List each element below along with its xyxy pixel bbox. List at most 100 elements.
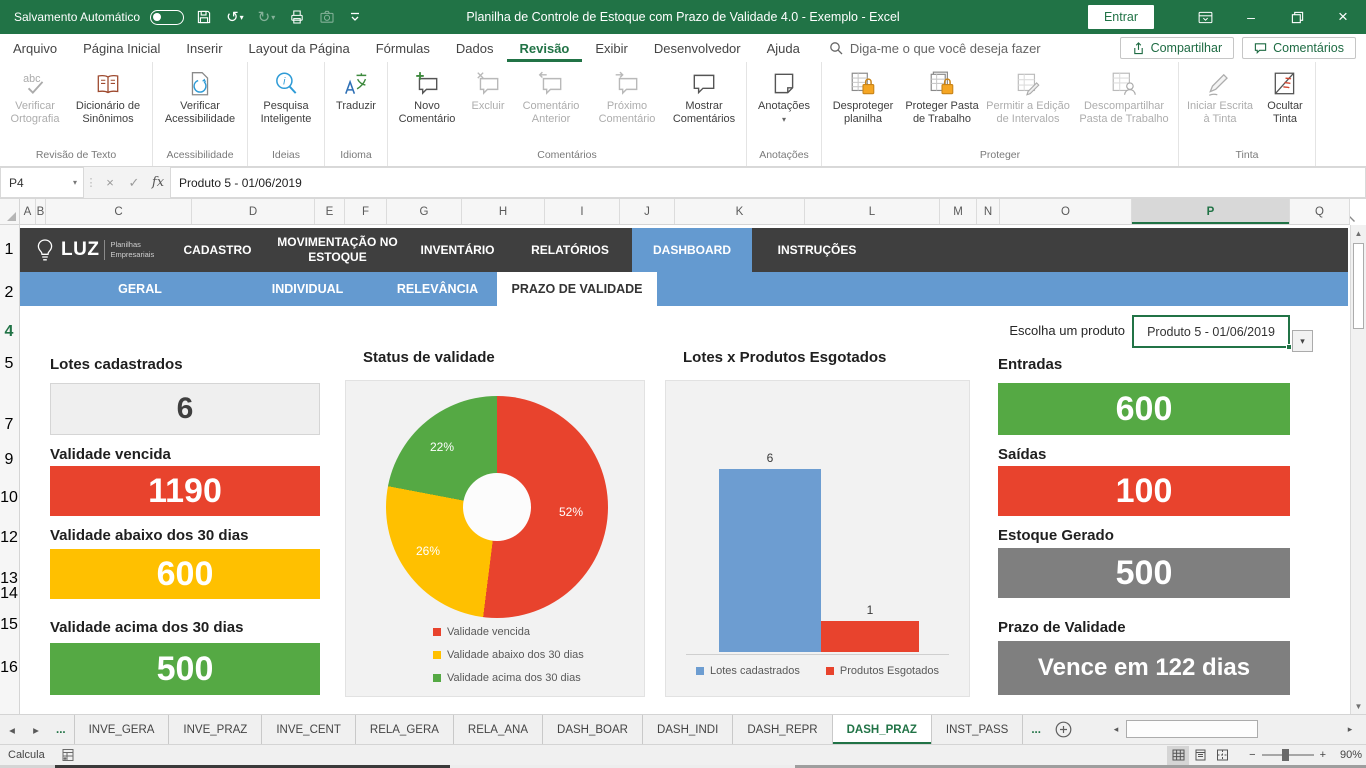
sheet-tab-inve-cent[interactable]: INVE_CENT <box>262 715 356 744</box>
close-button[interactable]: × <box>1320 0 1366 34</box>
column-header-k[interactable]: K <box>675 199 805 224</box>
ribbon-tab-inserir[interactable]: Inserir <box>173 34 235 62</box>
insert-function-button[interactable]: fx <box>146 167 170 198</box>
column-header-n[interactable]: N <box>977 199 1000 224</box>
sheet-tab-dash-repr[interactable]: DASH_REPR <box>733 715 832 744</box>
name-box[interactable]: P4 ▾ <box>0 167 84 198</box>
show-comments-button[interactable]: Mostrar Comentários <box>665 65 743 128</box>
scroll-right-icon[interactable]: ▸ <box>1342 724 1358 735</box>
horizontal-scrollbar-track[interactable] <box>1124 719 1342 739</box>
sheet-overflow-right[interactable]: ... <box>1023 715 1049 744</box>
sheet-tab-inve-gera[interactable]: INVE_GERA <box>74 715 170 744</box>
share-button[interactable]: Compartilhar <box>1120 37 1235 59</box>
column-header-m[interactable]: M <box>940 199 977 224</box>
scroll-down-icon[interactable]: ▼ <box>1351 698 1366 714</box>
subnav-item-geral[interactable]: GERAL <box>65 272 215 306</box>
protect-workbook-button[interactable]: Proteger Pasta de Trabalho <box>901 65 983 128</box>
ribbon-tab-pagina-inicial[interactable]: Página Inicial <box>70 34 173 62</box>
column-header-c[interactable]: C <box>46 199 192 224</box>
column-header-e[interactable]: E <box>315 199 345 224</box>
cancel-entry-button[interactable]: × <box>98 167 122 198</box>
zoom-slider[interactable] <box>1262 754 1314 756</box>
sheet-tab-rela-gera[interactable]: RELA_GERA <box>356 715 454 744</box>
column-header-l[interactable]: L <box>805 199 940 224</box>
unprotect-sheet-button[interactable]: Desproteger planilha <box>825 65 901 128</box>
column-header-b[interactable]: B <box>36 199 46 224</box>
nav-item-instrucoes[interactable]: INSTRUÇÕES <box>752 228 882 272</box>
translate-button[interactable]: Traduzir <box>328 65 384 116</box>
scroll-left-icon[interactable]: ◂ <box>1108 724 1124 735</box>
row-header-15[interactable]: 15 <box>0 616 18 634</box>
restore-button[interactable] <box>1274 0 1320 34</box>
row-header-7[interactable]: 7 <box>0 416 18 434</box>
nav-item-cadastro[interactable]: CADASTRO <box>165 228 270 272</box>
sheet-tab-rela-ana[interactable]: RELA_ANA <box>454 715 543 744</box>
row-header-14[interactable]: 14 <box>0 585 18 603</box>
notes-button[interactable]: Anotações ▾ <box>750 65 818 127</box>
sheet-nav-left-icon[interactable]: ◂ <box>0 715 24 744</box>
scroll-up-icon[interactable]: ▲ <box>1351 225 1366 241</box>
save-button[interactable] <box>194 9 214 25</box>
unshare-workbook-button[interactable]: Descompartilhar Pasta de Trabalho <box>1073 65 1175 128</box>
confirm-entry-button[interactable]: ✓ <box>122 167 146 198</box>
horizontal-scrollbar[interactable]: ◂ ▸ <box>1108 717 1358 741</box>
hide-ink-button[interactable]: Ocultar Tinta <box>1258 65 1312 128</box>
customize-qat-button[interactable] <box>347 11 363 23</box>
sheet-tab-dash-boar[interactable]: DASH_BOAR <box>543 715 643 744</box>
print-preview-button[interactable] <box>287 9 307 25</box>
ribbon-tab-layout-da-pagina[interactable]: Layout da Página <box>236 34 363 62</box>
subnav-item-individual[interactable]: INDIVIDUAL <box>230 272 385 306</box>
subnav-item-prazo-de-validade-active[interactable]: PRAZO DE VALIDADE <box>497 272 657 306</box>
normal-view-button[interactable] <box>1167 746 1189 765</box>
camera-button[interactable] <box>317 9 337 25</box>
zoom-out-button[interactable]: − <box>1249 749 1255 761</box>
column-header-i[interactable]: I <box>545 199 620 224</box>
zoom-slider-thumb[interactable] <box>1282 749 1289 761</box>
nav-item-dashboard-active[interactable]: DASHBOARD <box>632 228 752 272</box>
column-header-h[interactable]: H <box>462 199 545 224</box>
column-header-q[interactable]: Q <box>1290 199 1350 224</box>
check-accessibility-button[interactable]: Verificar Acessibilidade <box>156 65 244 128</box>
select-all-button[interactable] <box>0 199 20 224</box>
previous-comment-button[interactable]: Comentário Anterior <box>513 65 589 128</box>
row-header-12[interactable]: 12 <box>0 529 18 547</box>
column-header-j[interactable]: J <box>620 199 675 224</box>
column-header-g[interactable]: G <box>387 199 462 224</box>
row-header-9[interactable]: 9 <box>0 451 18 469</box>
subnav-item-relevancia[interactable]: RELEVÂNCIA <box>365 272 510 306</box>
new-comment-button[interactable]: Novo Comentário <box>391 65 463 128</box>
ribbon-tab-revisao[interactable]: Revisão <box>507 34 583 62</box>
sign-in-button[interactable]: Entrar <box>1088 5 1154 29</box>
redo-button[interactable]: ↻▾ <box>256 8 278 26</box>
row-header-4-selected[interactable]: 4 <box>0 323 18 341</box>
nav-item-inventario[interactable]: INVENTÁRIO <box>405 228 510 272</box>
column-header-f[interactable]: F <box>345 199 387 224</box>
autosave-toggle[interactable] <box>150 10 184 25</box>
sheet-tab-dash-indi[interactable]: DASH_INDI <box>643 715 733 744</box>
ribbon-tab-arquivo[interactable]: Arquivo <box>0 34 70 62</box>
thesaurus-button[interactable]: Dicionário de Sinônimos <box>67 65 149 128</box>
column-header-a[interactable]: A <box>20 199 36 224</box>
row-header-2[interactable]: 2 <box>0 284 18 302</box>
column-header-o[interactable]: O <box>1000 199 1132 224</box>
sheet-overflow-left[interactable]: ... <box>48 715 74 744</box>
column-header-d[interactable]: D <box>192 199 315 224</box>
row-header-1[interactable]: 1 <box>0 241 18 259</box>
formula-input[interactable]: Produto 5 - 01/06/2019 <box>170 167 1366 198</box>
delete-comment-button[interactable]: Excluir <box>463 65 513 116</box>
new-sheet-button[interactable] <box>1049 715 1079 744</box>
horizontal-scrollbar-thumb[interactable] <box>1126 720 1258 738</box>
ribbon-tab-exibir[interactable]: Exibir <box>582 34 641 62</box>
sheet-tab-dash-praz-active[interactable]: DASH_PRAZ <box>833 715 932 744</box>
tell-me-search[interactable]: Diga-me o que você deseja fazer <box>819 34 1051 62</box>
ribbon-display-options-button[interactable] <box>1182 0 1228 34</box>
row-header-5[interactable]: 5 <box>0 355 18 373</box>
ribbon-tab-formulas[interactable]: Fórmulas <box>363 34 443 62</box>
zoom-in-button[interactable]: + <box>1320 749 1326 761</box>
zoom-level[interactable]: 90% <box>1332 749 1362 761</box>
comments-button[interactable]: Comentários <box>1242 37 1356 59</box>
ribbon-tab-dados[interactable]: Dados <box>443 34 507 62</box>
product-selector-cell[interactable]: Produto 5 - 01/06/2019 <box>1132 315 1290 348</box>
ribbon-tab-desenvolvedor[interactable]: Desenvolvedor <box>641 34 754 62</box>
sheet-nav-right-icon[interactable]: ▸ <box>24 715 48 744</box>
